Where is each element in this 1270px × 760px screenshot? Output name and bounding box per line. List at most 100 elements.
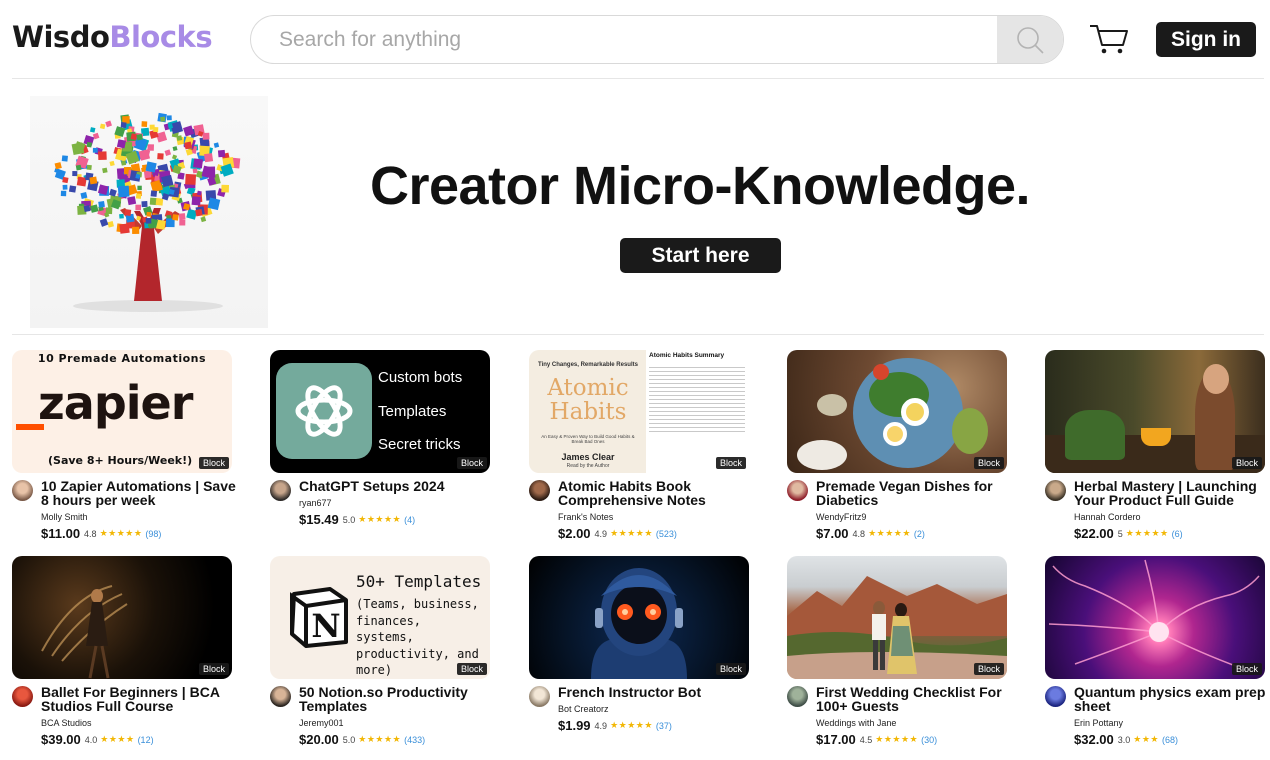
product-thumbnail[interactable]: Block (787, 556, 1007, 679)
product-thumbnail[interactable]: Block (12, 556, 232, 679)
product-title[interactable]: 50 Notion.so Productivity Templates (299, 685, 494, 713)
product-title[interactable]: Quantum physics exam prep sheet (1074, 685, 1269, 713)
product-price: $1.99 (558, 718, 591, 733)
hero-title: Creator Micro-Knowledge. (369, 156, 1031, 216)
sign-in-button[interactable]: Sign in (1156, 22, 1256, 57)
product-author[interactable]: Bot Creatorz (558, 704, 609, 714)
star-rating-icon: ★★★★★ (358, 734, 402, 744)
product-thumbnail[interactable]: Custom bots Templates Secret tricks Bloc… (270, 350, 490, 473)
product-thumbnail[interactable]: Tiny Changes, Remarkable Results Atomic … (529, 350, 749, 473)
product-rating: 5 (1117, 528, 1123, 539)
block-badge: Block (973, 457, 1004, 469)
product-title[interactable]: Atomic Habits Book Comprehensive Notes (558, 479, 753, 507)
product-card[interactable]: 10 Premade Automations _zapier (Save 8+ … (12, 350, 236, 550)
review-count[interactable]: (6) (1172, 529, 1183, 539)
star-rating-icon: ★★★★★ (610, 720, 653, 730)
avatar[interactable] (1045, 480, 1066, 501)
product-meta: $39.00 4.0 ★★★★ (12) (41, 732, 154, 747)
star-rating-icon: ★★★ (1133, 734, 1159, 744)
avatar[interactable] (787, 686, 808, 707)
search-input[interactable] (251, 16, 998, 63)
product-card[interactable]: Block Premade Vegan Dishes for Diabetics… (787, 350, 1007, 550)
star-rating-icon: ★★★★★ (1125, 528, 1169, 538)
avatar[interactable] (1045, 686, 1066, 707)
review-count[interactable]: (4) (404, 515, 415, 525)
review-count[interactable]: (433) (404, 735, 425, 745)
thumb-caption-bottom: (Save 8+ Hours/Week!) (48, 454, 193, 467)
product-card[interactable]: Custom bots Templates Secret tricks Bloc… (270, 350, 490, 550)
product-title[interactable]: Herbal Mastery | Launching Your Product … (1074, 479, 1269, 507)
product-title[interactable]: Ballet For Beginners | BCA Studios Full … (41, 685, 236, 713)
product-thumbnail[interactable]: Block (1045, 556, 1265, 679)
product-author[interactable]: Jeremy001 (299, 718, 344, 728)
product-title[interactable]: First Wedding Checklist For 100+ Guests (816, 685, 1011, 713)
product-thumbnail[interactable]: N 50+ Templates (Teams, business, financ… (270, 556, 490, 679)
product-rating: 4.9 (594, 528, 608, 539)
review-count[interactable]: (2) (914, 529, 925, 539)
product-thumbnail[interactable]: Block (529, 556, 749, 679)
thumb-heading: 50+ Templates (356, 572, 482, 591)
search-button[interactable] (997, 16, 1063, 63)
avatar[interactable] (270, 686, 291, 707)
cart-button[interactable] (1089, 22, 1129, 56)
product-meta: $11.00 4.8 ★★★★★ (98) (41, 526, 161, 541)
robot-image (591, 568, 687, 679)
avatar[interactable] (12, 480, 33, 501)
star-rating-icon: ★★★★★ (875, 734, 919, 744)
product-meta: $20.00 5.0 ★★★★★ (433) (299, 732, 425, 747)
product-card[interactable]: Block Quantum physics exam prep sheet Er… (1045, 556, 1265, 756)
product-card[interactable]: Block Herbal Mastery | Launching Your Pr… (1045, 350, 1265, 550)
product-price: $39.00 (41, 732, 81, 747)
product-author[interactable]: ryan677 (299, 498, 332, 508)
block-badge: Block (456, 457, 487, 469)
product-card[interactable]: Tiny Changes, Remarkable Results Atomic … (529, 350, 749, 550)
block-badge: Block (973, 663, 1004, 675)
review-count[interactable]: (30) (921, 735, 937, 745)
product-title[interactable]: French Instructor Bot (558, 685, 753, 699)
product-rating: 5.0 (342, 734, 356, 745)
product-author[interactable]: Hannah Cordero (1074, 512, 1141, 522)
product-card[interactable]: Block French Instructor Bot Bot Creatorz… (529, 556, 749, 756)
product-rating: 5.0 (342, 514, 356, 525)
thumb-line-2: Templates (378, 403, 447, 420)
product-rating: 4.8 (852, 528, 866, 539)
product-thumbnail[interactable]: Block (1045, 350, 1265, 473)
avatar[interactable] (270, 480, 291, 501)
logo[interactable]: WisdoBlocks (12, 20, 213, 54)
product-thumbnail[interactable]: Block (787, 350, 1007, 473)
product-author[interactable]: WendyFritz9 (816, 512, 866, 522)
notion-logo-icon: N (290, 587, 348, 648)
zapier-logo: _zapier (16, 376, 193, 430)
book-cover: Tiny Changes, Remarkable Results Atomic … (529, 350, 646, 473)
product-price: $22.00 (1074, 526, 1114, 541)
review-count[interactable]: (523) (656, 529, 677, 539)
avatar[interactable] (787, 480, 808, 501)
block-badge: Block (1231, 457, 1262, 469)
product-title[interactable]: 10 Zapier Automations | Save 8 hours per… (41, 479, 236, 507)
product-price: $17.00 (816, 732, 856, 747)
product-rating: 3.0 (1117, 734, 1131, 745)
avatar[interactable] (529, 686, 550, 707)
product-author[interactable]: Frank's Notes (558, 512, 613, 522)
product-author[interactable]: BCA Studios (41, 718, 92, 728)
product-title[interactable]: Premade Vegan Dishes for Diabetics (816, 479, 1011, 507)
review-count[interactable]: (37) (656, 721, 672, 731)
product-card[interactable]: N 50+ Templates (Teams, business, financ… (270, 556, 490, 756)
avatar[interactable] (529, 480, 550, 501)
product-price: $32.00 (1074, 732, 1114, 747)
start-here-button[interactable]: Start here (620, 238, 781, 273)
product-card[interactable]: Block Ballet For Beginners | BCA Studios… (12, 556, 232, 756)
product-author[interactable]: Weddings with Jane (816, 718, 896, 728)
product-card[interactable]: Block First Wedding Checklist For 100+ G… (787, 556, 1007, 756)
product-thumbnail[interactable]: 10 Premade Automations _zapier (Save 8+ … (12, 350, 232, 473)
product-author[interactable]: Erin Pottany (1074, 718, 1123, 728)
block-badge: Block (456, 663, 487, 675)
product-title[interactable]: ChatGPT Setups 2024 (299, 479, 494, 493)
review-count[interactable]: (12) (138, 735, 154, 745)
product-author[interactable]: Molly Smith (41, 512, 88, 522)
avatar[interactable] (12, 686, 33, 707)
review-count[interactable]: (98) (145, 529, 161, 539)
review-count[interactable]: (68) (1162, 735, 1178, 745)
block-badge: Block (198, 457, 229, 469)
product-price: $2.00 (558, 526, 591, 541)
